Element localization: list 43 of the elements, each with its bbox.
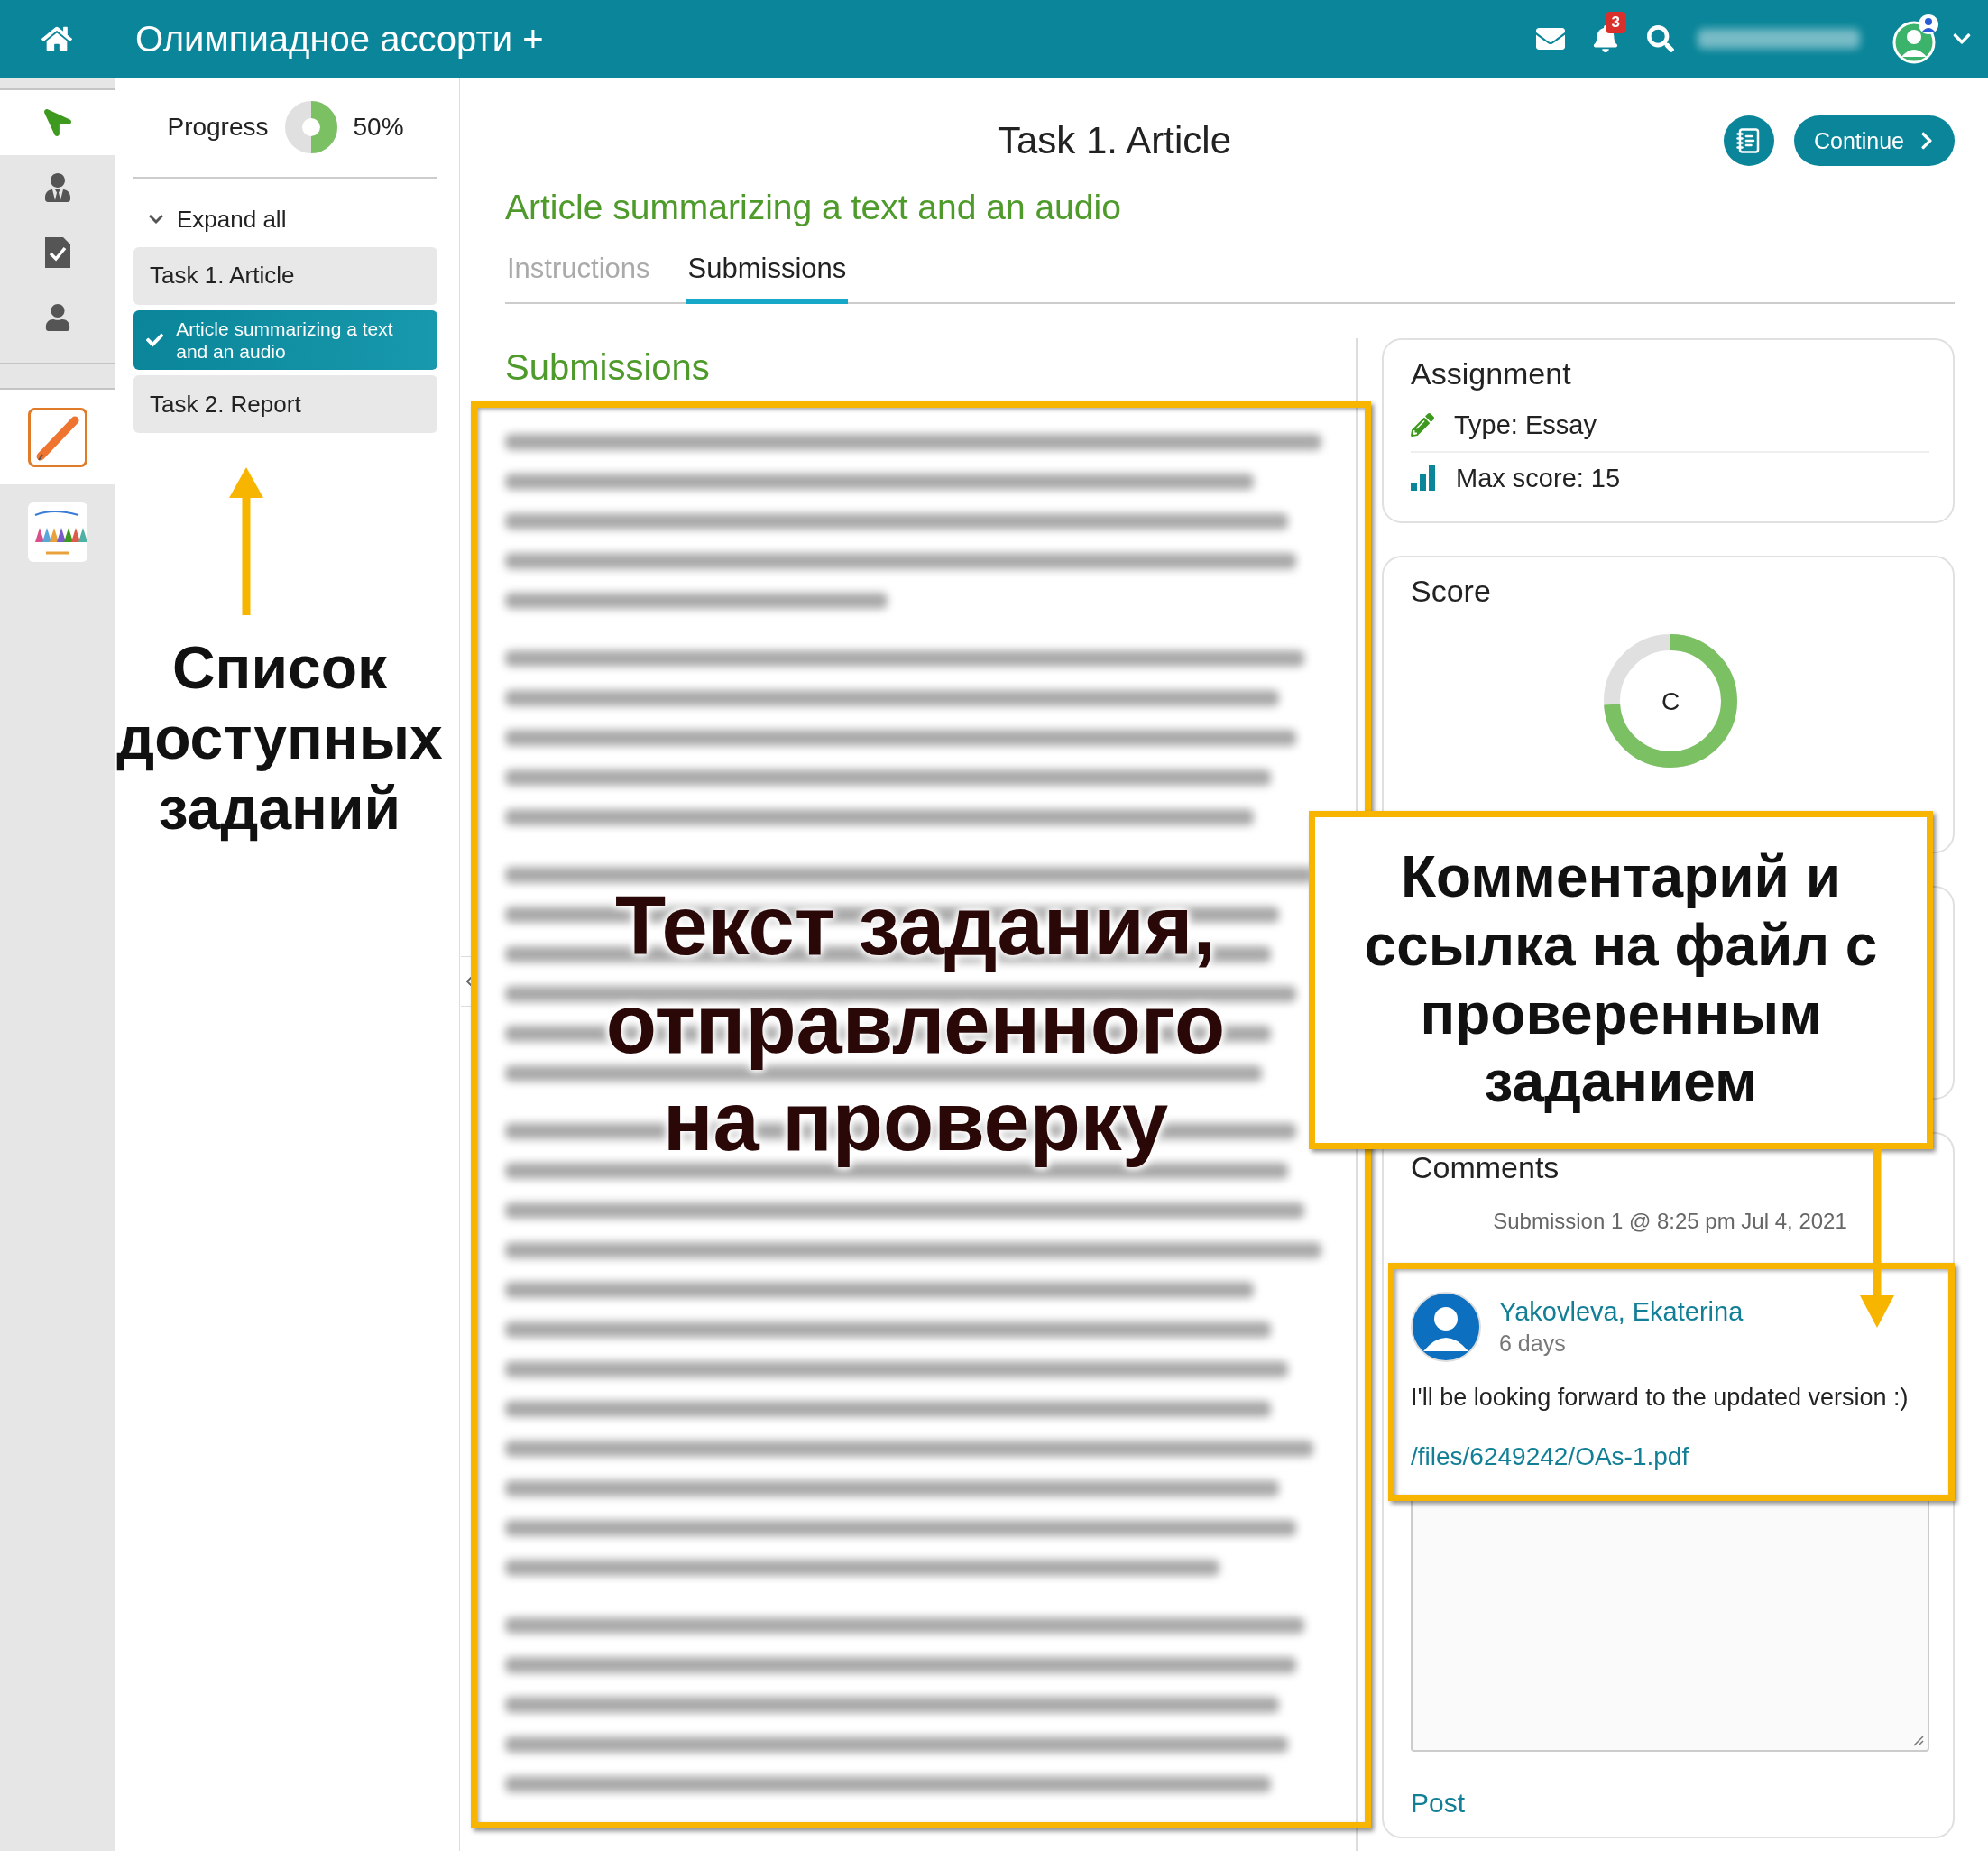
section-heading: Submissions	[505, 347, 711, 388]
info-text: Max score: 15	[1456, 463, 1621, 493]
task-item[interactable]: Task 1. Article	[133, 247, 437, 305]
person-icon	[43, 304, 71, 331]
file-link[interactable]: /files/6249242/OAs-1.pdf	[1411, 1442, 1689, 1471]
pencil-icon	[1411, 413, 1434, 437]
navigation-arrow-icon	[43, 109, 71, 136]
annotation-text: Комментарий и ссылка на файл с проверенным заданием	[1363, 843, 1879, 1116]
bell-icon[interactable]	[1591, 25, 1619, 52]
bar-chart-icon	[1411, 465, 1436, 491]
task-item[interactable]: Task 2. Report	[133, 375, 437, 434]
annotation-text: Список доступных заданий	[115, 633, 444, 843]
comment-author[interactable]: Yakovleva, Ekaterina	[1499, 1297, 1744, 1326]
task-title: Task 1. Article	[996, 119, 1232, 162]
card-title: Score	[1411, 574, 1492, 609]
info-text: Type: Essay	[1454, 410, 1597, 440]
notification-badge: 3	[1606, 12, 1625, 33]
teacher-icon	[42, 173, 72, 202]
expand-all-button[interactable]: Expand all	[133, 191, 287, 247]
continue-button[interactable]: Continue	[1793, 115, 1955, 166]
crowd-thumbnail[interactable]	[27, 502, 87, 562]
tab[interactable]: Submissions	[686, 245, 849, 304]
resize-grip-icon[interactable]	[1911, 1734, 1924, 1746]
comment-age: 6 days	[1499, 1331, 1567, 1357]
course-title: Олимпиадное ассорти +	[135, 18, 545, 60]
grade-text: C	[1661, 687, 1680, 715]
assignment-title: Article summarizing a text and an audio	[505, 188, 1122, 227]
progress-label: Progress	[167, 113, 269, 142]
progress-reading: 50%	[353, 113, 404, 142]
submission-info: Submission 1 @ 8:25 pm Jul 4, 2021	[1492, 1209, 1848, 1234]
card-title: Assignment	[1411, 356, 1572, 391]
comment-text: I'll be looking forward to the updated version :)	[1411, 1384, 1910, 1412]
card-title: Comments	[1411, 1150, 1560, 1185]
search-icon[interactable]	[1647, 25, 1674, 52]
course-item[interactable]	[0, 390, 115, 484]
annotation-text: Текст задания, отправленного на проверку	[604, 879, 1227, 1170]
document-check-icon	[44, 237, 70, 268]
post-button[interactable]: Post	[1411, 1788, 1466, 1819]
rail-item[interactable]	[0, 90, 115, 155]
avatar-icon[interactable]	[1892, 14, 1939, 64]
task-item[interactable]: Article summarizing a text and an audio	[133, 310, 437, 371]
user-avatar-icon	[1411, 1292, 1481, 1362]
pen-thumbnail[interactable]	[27, 407, 87, 467]
